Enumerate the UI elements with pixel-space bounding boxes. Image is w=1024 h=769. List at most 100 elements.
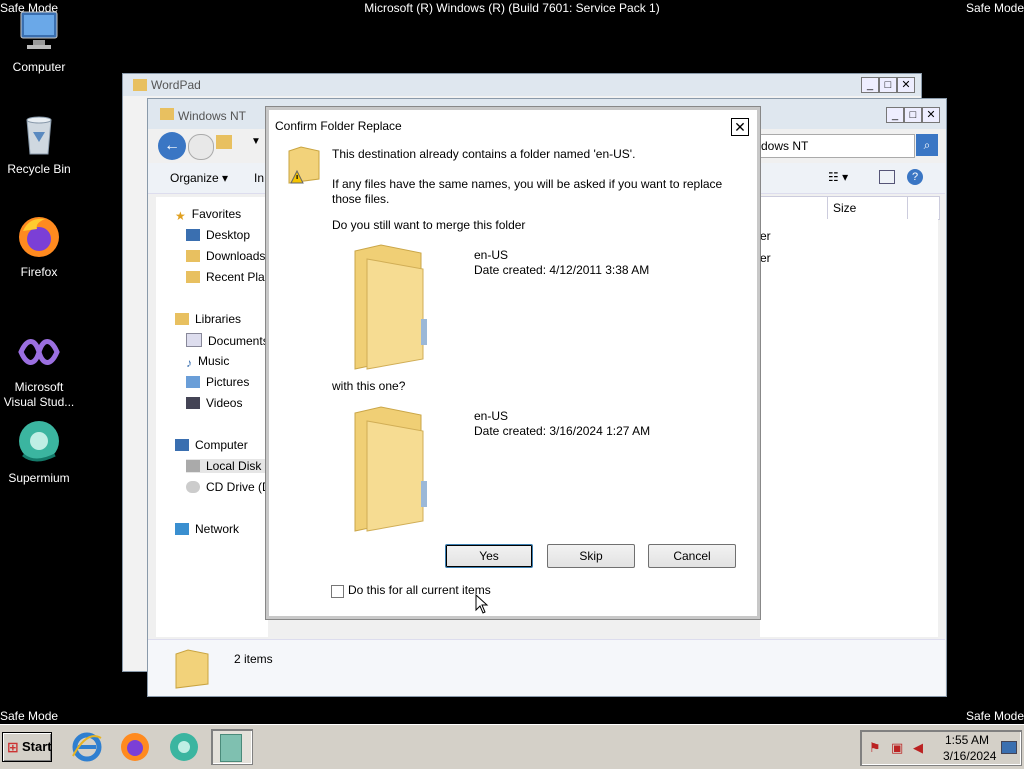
firefox-icon xyxy=(15,213,63,261)
warning-folder-icon xyxy=(285,145,323,188)
hard-disk-icon xyxy=(186,460,200,472)
apply-to-all-checkbox[interactable] xyxy=(331,585,344,598)
nav-music[interactable]: ♪ Music xyxy=(186,354,229,370)
nav-videos[interactable]: Videos xyxy=(186,396,242,410)
file-list[interactable]: er er xyxy=(760,219,938,637)
computer-icon xyxy=(175,439,189,451)
videos-icon xyxy=(186,397,200,409)
mouse-cursor-icon xyxy=(475,593,489,617)
safe-mode-label-bottom-right: Safe Mode xyxy=(965,709,1024,723)
desktop-icon xyxy=(186,229,200,241)
clock-date[interactable]: 3/16/2024 xyxy=(943,749,996,763)
close-button[interactable]: ✕ xyxy=(922,107,940,123)
wordpad-title: WordPad xyxy=(151,78,201,92)
nav-computer[interactable]: Computer xyxy=(175,438,248,452)
view-options-icon[interactable]: ☷ ▾ xyxy=(828,170,848,184)
file-row-fragment[interactable]: er xyxy=(760,229,771,243)
confirm-folder-replace-dialog[interactable]: Confirm Folder Replace ✕ This destinatio… xyxy=(265,106,761,620)
cancel-button[interactable]: Cancel xyxy=(648,544,736,568)
skip-button[interactable]: Skip xyxy=(547,544,635,568)
build-info-text: Microsoft (R) Windows (R) (Build 7601: S… xyxy=(364,1,660,15)
nav-recent-places[interactable]: Recent Plac xyxy=(186,270,271,284)
dialog-message-line1: This destination already contains a fold… xyxy=(332,147,636,161)
include-in-library-button[interactable]: In xyxy=(254,171,264,185)
desktop-icon-supermium[interactable]: Supermium xyxy=(0,419,79,486)
folder-icon xyxy=(216,135,232,149)
existing-folder-date: Date created: 4/12/2011 3:38 AM xyxy=(474,263,650,277)
dialog-close-button[interactable]: ✕ xyxy=(731,118,749,136)
dialog-title: Confirm Folder Replace xyxy=(275,119,402,133)
show-desktop-icon[interactable] xyxy=(1001,741,1017,754)
dialog-message-line2b: those files. xyxy=(332,192,390,206)
nav-downloads[interactable]: Downloads xyxy=(186,249,265,263)
libraries-icon xyxy=(175,313,189,325)
windows-logo-icon: ⊞ xyxy=(7,739,19,755)
computer-icon xyxy=(15,8,63,56)
dialog-message-line2a: If any files have the same names, you wi… xyxy=(332,177,723,191)
address-bar[interactable]: dows NT xyxy=(758,134,915,158)
internet-explorer-icon[interactable] xyxy=(70,730,104,764)
forward-arrow-icon[interactable] xyxy=(188,134,214,160)
network-icon xyxy=(175,523,189,535)
dialog-titlebar[interactable]: Confirm Folder Replace ✕ xyxy=(269,110,757,139)
recycle-bin-icon xyxy=(15,110,63,158)
nav-documents[interactable]: Documents xyxy=(186,333,269,348)
cd-drive-icon xyxy=(186,481,200,493)
explorer-title: Windows NT xyxy=(178,109,247,123)
nav-favorites[interactable]: ★ Favorites xyxy=(175,207,241,223)
help-icon[interactable]: ? xyxy=(907,169,923,185)
maximize-button[interactable]: □ xyxy=(904,107,922,123)
existing-folder-name: en-US xyxy=(474,248,509,262)
yes-button[interactable]: Yes xyxy=(445,544,533,568)
desktop-icon-visual-studio[interactable]: Microsoft Visual Stud... xyxy=(0,328,79,410)
dialog-body: This destination already contains a fold… xyxy=(269,139,757,616)
action-center-flag-icon[interactable]: ⚑ xyxy=(869,740,881,756)
nav-local-disk[interactable]: Local Disk ( xyxy=(186,459,269,473)
recent-places-icon xyxy=(186,271,200,283)
back-arrow-icon[interactable]: ← xyxy=(158,132,186,160)
close-button[interactable]: ✕ xyxy=(897,77,915,93)
chevron-down-icon[interactable]: ▼ xyxy=(251,136,261,147)
apply-to-all-label[interactable]: Do this for all current items xyxy=(348,583,491,598)
item-count: 2 items xyxy=(234,652,273,666)
wordpad-titlebar[interactable]: WordPad _ □ ✕ xyxy=(123,74,921,96)
supermium-icon[interactable] xyxy=(167,730,201,764)
organize-button[interactable]: Organize ▾ xyxy=(170,171,228,185)
preview-pane-icon[interactable] xyxy=(879,170,895,184)
folder-icon xyxy=(174,648,210,693)
downloads-folder-icon xyxy=(186,250,200,262)
desktop-icon-computer[interactable]: Computer xyxy=(0,8,79,75)
existing-folder-icon xyxy=(351,243,441,376)
nav-network[interactable]: Network xyxy=(175,522,239,536)
file-row-fragment[interactable]: er xyxy=(760,251,771,265)
folder-icon xyxy=(133,79,147,91)
incoming-folder-icon xyxy=(351,405,441,538)
nav-cd-drive[interactable]: CD Drive (D xyxy=(186,480,271,494)
supermium-icon xyxy=(15,419,63,467)
nav-pictures[interactable]: Pictures xyxy=(186,375,249,389)
network-disconnected-icon[interactable]: ▣ xyxy=(891,740,903,756)
firefox-icon[interactable] xyxy=(118,730,152,764)
navigation-pane xyxy=(156,197,268,637)
minimize-button[interactable]: _ xyxy=(861,77,879,93)
minimize-button[interactable]: _ xyxy=(886,107,904,123)
volume-muted-icon[interactable]: ◀ xyxy=(913,740,923,756)
explorer-window-icon[interactable] xyxy=(211,729,253,765)
taskbar: ⊞ Start ⚑ ▣ ◀ 1:55 AM 3/16/2024 xyxy=(0,724,1024,769)
star-icon: ★ xyxy=(175,209,186,223)
dialog-question: Do you still want to merge this folder xyxy=(332,218,526,232)
nav-desktop[interactable]: Desktop xyxy=(186,228,250,242)
size-column-header[interactable]: Size xyxy=(833,201,856,215)
column-header-row: Size xyxy=(760,196,940,220)
search-icon[interactable]: ⌕ xyxy=(916,134,938,156)
nav-libraries[interactable]: Libraries xyxy=(175,312,241,326)
clock-time[interactable]: 1:55 AM xyxy=(945,733,989,747)
documents-icon xyxy=(186,333,202,347)
maximize-button[interactable]: □ xyxy=(879,77,897,93)
folder-icon xyxy=(160,108,174,120)
desktop-icon-recycle-bin[interactable]: Recycle Bin xyxy=(0,110,79,177)
pictures-icon xyxy=(186,376,200,388)
desktop-icon-firefox[interactable]: Firefox xyxy=(0,213,79,280)
start-button[interactable]: ⊞ Start xyxy=(2,732,52,762)
system-tray: ⚑ ▣ ◀ 1:55 AM 3/16/2024 xyxy=(860,730,1022,766)
